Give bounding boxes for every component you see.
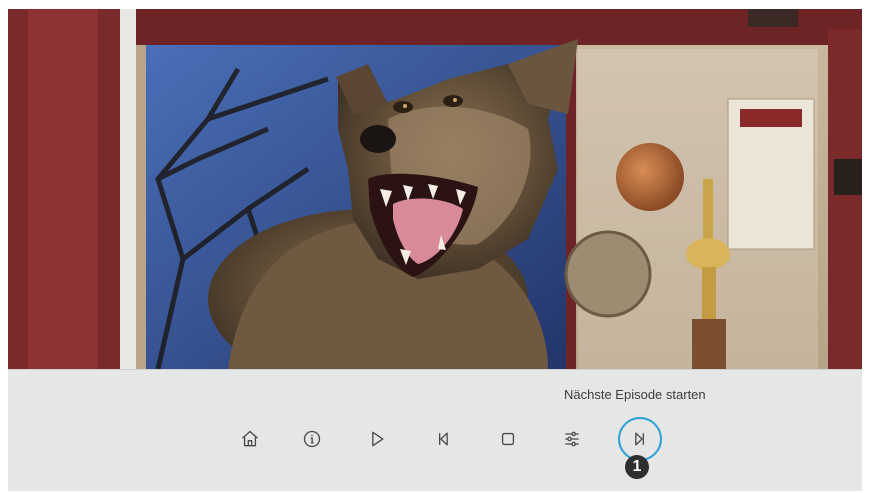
info-button[interactable] [295,422,329,456]
stop-icon [501,432,515,446]
tv-player-frame: Nächste Episode starten 1 [8,9,862,491]
play-icon [372,431,384,447]
skip-forward-icon [635,432,644,446]
previous-button[interactable] [426,422,460,456]
sliders-icon [565,431,579,447]
settings-button[interactable] [555,422,589,456]
callout-badge: 1 [625,455,649,479]
info-icon [303,430,321,448]
player-control-bar: Nächste Episode starten 1 [8,369,862,491]
stop-button[interactable] [491,422,525,456]
play-button[interactable] [360,422,394,456]
video-frame [8,9,862,369]
home-icon [242,430,258,447]
home-button[interactable] [233,422,267,456]
skip-back-icon [439,432,448,446]
next-episode-hint: Nächste Episode starten [564,387,706,402]
